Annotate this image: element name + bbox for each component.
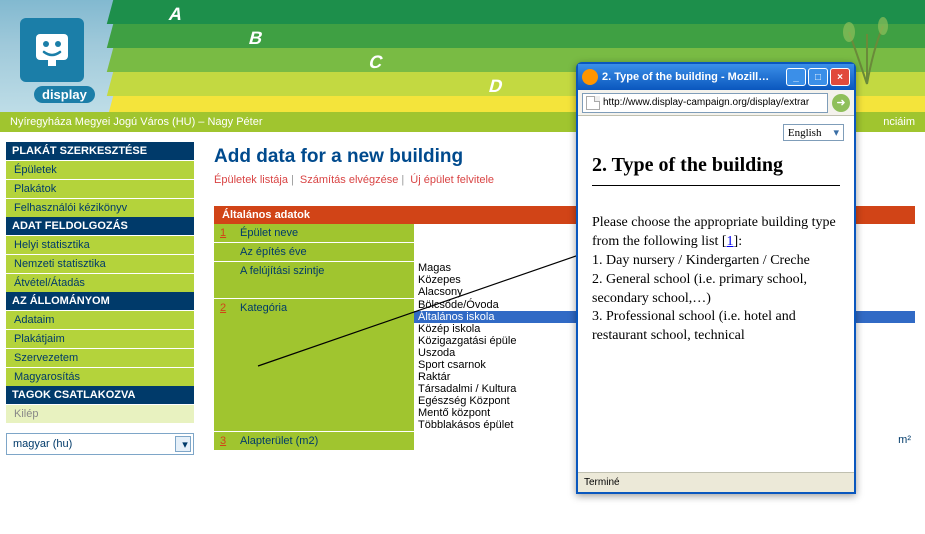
popup-intro-end: ]: xyxy=(734,234,743,249)
sidebar-item-logout[interactable]: Kilép xyxy=(6,404,194,423)
sidebar-item-plakatok[interactable]: Plakátok xyxy=(6,179,194,198)
row-num[interactable]: 1 xyxy=(214,224,234,243)
maximize-button[interactable]: □ xyxy=(808,68,828,86)
status-bar: Terminé xyxy=(578,472,854,492)
language-select[interactable]: magyar (hu) ▾ xyxy=(6,433,194,455)
band-letter: B xyxy=(247,28,266,49)
address-bar: http://www.display-campaign.org/display/… xyxy=(578,90,854,116)
context-left: Nyíregyháza Megyei Jogú Város (HU) – Nag… xyxy=(10,116,263,128)
window-title: 2. Type of the building - Mozill… xyxy=(602,71,784,83)
popup-intro: Please choose the appropriate building t… xyxy=(592,215,836,249)
crumb-link[interactable]: Új épület felvitele xyxy=(410,174,494,186)
firefox-icon xyxy=(582,69,598,85)
page-icon xyxy=(586,96,600,110)
sidebar-group: PLAKÁT SZERKESZTÉSE Épületek Plakátok Fe… xyxy=(6,142,194,217)
popup-body: English ▾ 2. Type of the building Please… xyxy=(578,116,854,472)
status-text: Terminé xyxy=(584,477,620,488)
divider xyxy=(592,185,840,186)
popup-language-select[interactable]: English ▾ xyxy=(783,124,844,141)
popup-language-value: English xyxy=(788,127,822,139)
row-num[interactable]: 2 xyxy=(214,299,234,432)
sidebar-item-manual[interactable]: Felhasználói kézikönyv xyxy=(6,198,194,217)
chevron-down-icon[interactable]: ▾ xyxy=(833,126,839,139)
sidebar-item-localstats[interactable]: Helyi statisztika xyxy=(6,235,194,254)
rating-band-b: B xyxy=(107,24,925,48)
sidebar-item-myposters[interactable]: Plakátjaim xyxy=(6,329,194,348)
sidebar-header-plakat: PLAKÁT SZERKESZTÉSE xyxy=(6,142,194,160)
sidebar-item-localise[interactable]: Magyarosítás xyxy=(6,367,194,386)
row-label: Az építés éve xyxy=(234,243,414,262)
row-num xyxy=(214,243,234,262)
popup-list-item: 2. General school (i.e. primary school, … xyxy=(592,272,807,306)
close-button[interactable]: × xyxy=(830,68,850,86)
unit-label: m² xyxy=(898,434,911,446)
row-label: Alapterület (m2) xyxy=(234,432,414,451)
chevron-down-icon[interactable]: ▾ xyxy=(175,436,191,452)
minimize-button[interactable]: _ xyxy=(786,68,806,86)
sidebar-header-allomany: AZ ÁLLOMÁNYOM xyxy=(6,292,194,310)
display-icon xyxy=(32,30,72,70)
sidebar-header-adat: ADAT FELDOLGOZÁS xyxy=(6,217,194,235)
sidebar-group: TAGOK CSATLAKOZVA Kilép xyxy=(6,386,194,423)
band-letter: C xyxy=(367,52,386,73)
band-letter: D xyxy=(487,76,506,97)
window-titlebar[interactable]: 2. Type of the building - Mozill… _ □ × xyxy=(578,64,854,90)
row-num[interactable]: 3 xyxy=(214,432,234,451)
url-text: http://www.display-campaign.org/display/… xyxy=(603,97,809,108)
sidebar-item-epuletek[interactable]: Épületek xyxy=(6,160,194,179)
language-value: magyar (hu) xyxy=(9,438,72,450)
go-button[interactable]: ➜ xyxy=(832,94,850,112)
context-right[interactable]: nciáim xyxy=(883,116,915,128)
crumb-link[interactable]: Épületek listája xyxy=(214,174,288,186)
row-label: A felújítási szintje xyxy=(234,262,414,299)
brand-name: display xyxy=(34,86,95,103)
footnote-link[interactable]: 1 xyxy=(727,234,734,249)
sidebar-item-natstats[interactable]: Nemzeti statisztika xyxy=(6,254,194,273)
sidebar-item-org[interactable]: Szervezetem xyxy=(6,348,194,367)
band-letter: A xyxy=(167,4,186,25)
brand-logo[interactable] xyxy=(20,18,84,82)
sidebar-header-members: TAGOK CSATLAKOZVA xyxy=(6,386,194,404)
rating-band-a: A xyxy=(107,0,925,24)
popup-text: Please choose the appropriate building t… xyxy=(592,214,840,346)
crumb-link[interactable]: Számítás elvégzése xyxy=(300,174,398,186)
sidebar: PLAKÁT SZERKESZTÉSE Épületek Plakátok Fe… xyxy=(0,132,200,465)
sidebar-item-mydata[interactable]: Adataim xyxy=(6,310,194,329)
popup-list-item: 1. Day nursery / Kindergarten / Creche xyxy=(592,253,810,268)
url-input[interactable]: http://www.display-campaign.org/display/… xyxy=(582,93,828,113)
row-num xyxy=(214,262,234,299)
sidebar-group: ADAT FELDOLGOZÁS Helyi statisztika Nemze… xyxy=(6,217,194,292)
popup-heading: 2. Type of the building xyxy=(592,154,840,177)
row-label: Kategória xyxy=(234,299,414,432)
sidebar-group: AZ ÁLLOMÁNYOM Adataim Plakátjaim Szervez… xyxy=(6,292,194,386)
sidebar-item-transfer[interactable]: Átvétel/Átadás xyxy=(6,273,194,292)
popup-list-item: 3. Professional school (i.e. hotel and r… xyxy=(592,309,796,343)
help-popup-window: 2. Type of the building - Mozill… _ □ × … xyxy=(576,62,856,494)
row-label: Épület neve xyxy=(234,224,414,243)
